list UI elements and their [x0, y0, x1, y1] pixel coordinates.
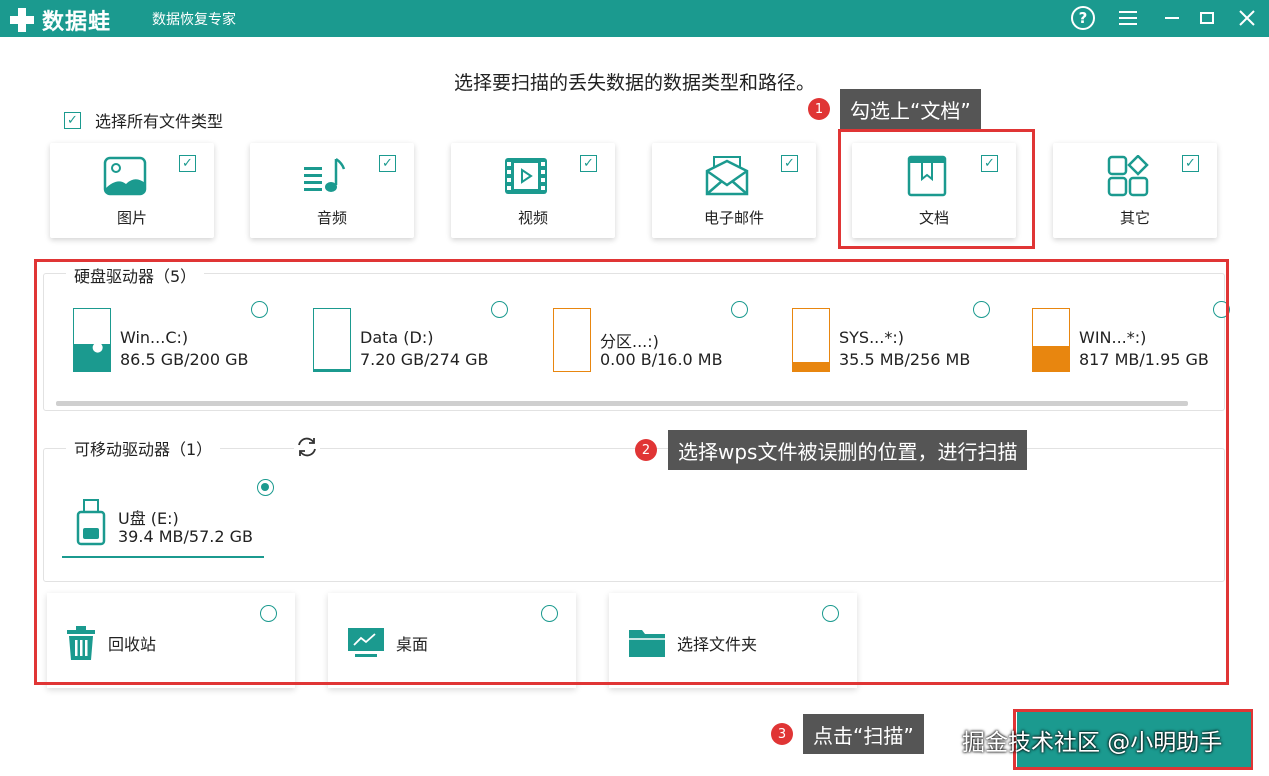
type-label: 电子邮件: [703, 209, 764, 227]
image-icon: [103, 156, 147, 196]
close-icon: [1239, 10, 1255, 26]
email-icon: [705, 156, 749, 196]
watermark-text: 掘金技术社区 @小明助手: [962, 730, 1223, 756]
app-name: 数据蛙: [42, 10, 112, 35]
annotation-box-document: [838, 129, 1035, 249]
annotation-box-location: [34, 259, 1229, 685]
app-logo: 数据蛙: [8, 4, 111, 36]
maximize-button[interactable]: [1193, 5, 1221, 31]
callout-tooltip: 选择wps文件被误删的位置，进行扫描: [668, 430, 1028, 470]
callout-badge: 2: [635, 439, 657, 461]
help-button[interactable]: ?: [1069, 5, 1097, 31]
maximize-icon: [1200, 12, 1214, 24]
minimize-button[interactable]: [1158, 5, 1186, 31]
type-card-image[interactable]: ✓ 图片: [50, 143, 214, 238]
app-subtitle: 数据恢复专家: [152, 12, 236, 28]
callout-tooltip: 勾选上“文档”: [840, 89, 981, 129]
type-checkbox[interactable]: ✓: [379, 155, 396, 172]
callout-badge: 3: [771, 723, 793, 745]
select-all-checkbox[interactable]: ✓ 选择所有文件类型: [64, 108, 223, 132]
type-checkbox[interactable]: ✓: [580, 155, 597, 172]
type-card-email[interactable]: ✓ 电子邮件: [652, 143, 816, 238]
callout-badge: 1: [808, 98, 830, 120]
type-label: 视频: [517, 209, 548, 227]
audio-icon: [304, 157, 346, 192]
title-bar: 数据蛙 数据恢复专家 ?: [0, 0, 1269, 37]
type-checkbox[interactable]: ✓: [1182, 155, 1199, 172]
type-card-other[interactable]: ✓ 其它: [1053, 143, 1217, 238]
type-checkbox[interactable]: ✓: [781, 155, 798, 172]
other-icon: [1107, 155, 1149, 197]
close-button[interactable]: [1233, 5, 1261, 31]
type-label: 图片: [116, 209, 147, 227]
menu-button[interactable]: [1114, 5, 1142, 31]
minimize-icon: [1165, 17, 1179, 19]
type-card-video[interactable]: ✓ 视频: [451, 143, 615, 238]
help-icon: ?: [1071, 6, 1095, 30]
callout-tooltip: 点击“扫描”: [803, 714, 924, 754]
type-checkbox[interactable]: ✓: [179, 155, 196, 172]
checkbox-icon: ✓: [64, 111, 81, 129]
page-heading: 选择要扫描的丢失数据的数据类型和路径。: [453, 72, 815, 94]
type-label: 音频: [316, 209, 347, 227]
video-icon: [505, 158, 547, 194]
logo-cross-icon: [8, 6, 36, 34]
menu-icon: [1119, 11, 1137, 25]
type-label: 其它: [1119, 209, 1150, 227]
type-card-audio[interactable]: ✓ 音频: [250, 143, 414, 238]
select-all-label: 选择所有文件类型: [95, 112, 224, 131]
